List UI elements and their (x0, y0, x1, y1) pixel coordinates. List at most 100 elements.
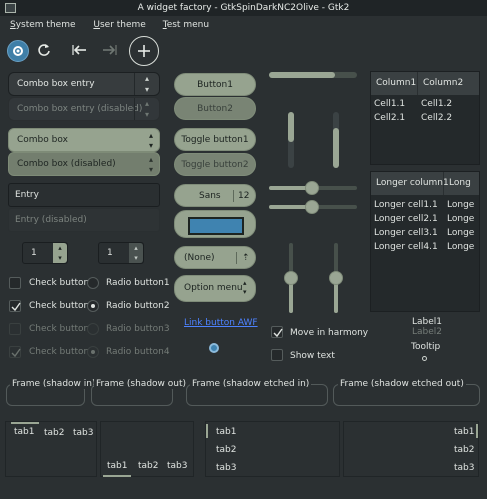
frame-label: Frame (shadow out) (94, 379, 189, 389)
notebook-bottom-tabs: tab1 tab2 tab3 (100, 421, 194, 477)
radio-button-1-label[interactable]: Radio button1 (106, 278, 170, 288)
tree-cell[interactable]: Longer cell3.1 (374, 228, 438, 238)
combo-spin-arrows[interactable]: ▴ ▾ (134, 73, 159, 95)
tree-cell[interactable]: Longe (447, 200, 474, 210)
combo-arrows-icon: ▴ ▾ (148, 131, 153, 150)
combo-box[interactable]: Combo box ▴ ▾ (8, 128, 160, 152)
check-button-2-label[interactable]: Check button2 (29, 301, 95, 311)
option-menu-button[interactable]: Option menu ▴ ▾ (174, 275, 256, 302)
refresh-icon[interactable] (34, 40, 54, 60)
down-arrow-icon[interactable]: ▾ (53, 253, 67, 263)
check-button-2-box[interactable] (9, 300, 21, 312)
tree-view-1[interactable]: Column1 Column2 Cell1.1 Cell1.2 Cell2.1 … (370, 71, 480, 165)
font-button[interactable]: Sans 12 (174, 184, 256, 207)
radio-button-3-circle (87, 323, 99, 335)
tree-cell[interactable]: Cell1.2 (421, 99, 452, 109)
tree-cell[interactable]: Longe (447, 214, 474, 224)
checkmark-icon (11, 302, 21, 312)
radio-dot (91, 350, 95, 354)
entry-field-disabled: Entry (disabled) (8, 208, 160, 232)
radio-button-1-circle[interactable] (87, 277, 99, 289)
back-arrow-icon[interactable] (70, 40, 90, 60)
label-2: Label2 (412, 327, 443, 337)
combo-entry-text: Combo box entry (17, 79, 95, 89)
column-header-1[interactable]: Longer column1 (376, 172, 449, 195)
window-title: A widget factory - GtkSpinDarkNC2Olive -… (137, 3, 350, 13)
down-arrow-icon: ▾ (144, 85, 149, 94)
tab-1[interactable]: tab1 (216, 427, 236, 437)
check-button-1-box[interactable] (9, 277, 21, 289)
progress-fill (333, 128, 339, 168)
combo-box-disabled-text: Combo box (disabled) (17, 159, 116, 169)
menu-user-theme[interactable]: User theme (88, 16, 150, 35)
spin-arrows[interactable]: ▴ ▾ (53, 243, 67, 263)
tree-cell[interactable]: Longer cell4.1 (374, 242, 438, 252)
button-1[interactable]: Button1 (174, 73, 256, 96)
menu-label: ser theme (99, 20, 146, 30)
file-chooser-label: (None) (184, 253, 215, 263)
file-chooser-button[interactable]: (None) ⇡ (174, 246, 256, 269)
column-header-2[interactable]: Column2 (423, 72, 463, 95)
tree-cell[interactable]: Longe (447, 242, 474, 252)
menubar: System theme User theme Test menu (0, 16, 487, 35)
tab-2[interactable]: tab2 (216, 445, 236, 455)
tab-1[interactable]: tab1 (14, 427, 34, 437)
tree-cell[interactable]: Cell2.2 (421, 113, 452, 123)
tab-1[interactable]: tab1 (454, 427, 474, 437)
spin-arrows[interactable]: ▴ ▾ (129, 243, 143, 263)
progress-bar-top (269, 72, 357, 78)
radio-button-2-circle[interactable] (87, 300, 99, 312)
tab-3[interactable]: tab3 (167, 461, 187, 471)
vscale-2-knob[interactable] (329, 271, 343, 285)
tab-2[interactable]: tab2 (454, 445, 474, 455)
tree-cell[interactable]: Longer cell1.1 (374, 200, 438, 210)
up-arrow-icon[interactable]: ▴ (129, 243, 143, 253)
hscale-1-knob[interactable] (305, 181, 319, 195)
window-titlebar: A widget factory - GtkSpinDarkNC2Olive -… (0, 0, 487, 16)
vertical-progress-1 (288, 112, 294, 168)
vscale-1-knob[interactable] (284, 271, 298, 285)
column-header-2[interactable]: Long (449, 172, 471, 195)
tree-cell[interactable]: Cell2.1 (374, 113, 405, 123)
menu-test-menu[interactable]: Test menu (158, 16, 214, 35)
vertical-progress-2 (333, 112, 339, 168)
radio-button-2-label[interactable]: Radio button2 (106, 301, 170, 311)
window-menu-icon[interactable] (5, 3, 16, 13)
forward-arrow-icon (99, 40, 119, 60)
hscale-2-knob[interactable] (305, 200, 319, 214)
tab-2[interactable]: tab2 (44, 428, 64, 438)
tab-3[interactable]: tab3 (216, 463, 236, 473)
tab-3[interactable]: tab3 (454, 463, 474, 473)
move-in-harmony-label[interactable]: Move in harmony (290, 328, 368, 338)
tree-cell[interactable]: Longer cell2.1 (374, 214, 438, 224)
check-button-1-label[interactable]: Check button1 (29, 278, 95, 288)
up-arrow-icon[interactable]: ▴ (53, 243, 67, 253)
spin-button-2[interactable]: 1 ▴ ▾ (98, 242, 144, 264)
tree-cell[interactable]: Cell1.1 (374, 99, 405, 109)
file-separator (236, 252, 237, 264)
entry-disabled-text: Entry (disabled) (15, 215, 87, 225)
show-text-check[interactable] (271, 349, 283, 361)
menu-system-theme[interactable]: System theme (5, 16, 81, 35)
gear-icon[interactable] (7, 40, 29, 62)
combo-box-text: Combo box (17, 135, 68, 145)
toggle-button-1[interactable]: Toggle button1 (174, 128, 256, 151)
link-button[interactable]: Link button AWF (184, 318, 258, 328)
combo-box-entry[interactable]: Combo box entry ▴ ▾ (8, 72, 160, 96)
up-arrow-icon: ▴ (144, 99, 149, 108)
tab-2[interactable]: tab2 (138, 461, 158, 471)
combo-arrows-icon: ▴ ▾ (148, 155, 153, 174)
font-name: Sans (199, 191, 221, 201)
show-text-label[interactable]: Show text (290, 351, 335, 361)
tree-view-2[interactable]: Longer column1 Long Longer cell1.1 Longe… (370, 171, 480, 312)
tab-3[interactable]: tab3 (73, 428, 93, 438)
color-button[interactable] (174, 210, 256, 238)
down-arrow-icon[interactable]: ▾ (129, 253, 143, 263)
move-in-harmony-check[interactable] (271, 326, 283, 338)
tree-cell[interactable]: Longe (447, 228, 474, 238)
entry-field[interactable]: Entry (8, 183, 160, 207)
column-header-1[interactable]: Column1 (376, 72, 416, 95)
tab-1[interactable]: tab1 (107, 461, 127, 471)
add-icon[interactable] (129, 36, 159, 66)
spin-button-1[interactable]: 1 ▴ ▾ (22, 242, 68, 264)
